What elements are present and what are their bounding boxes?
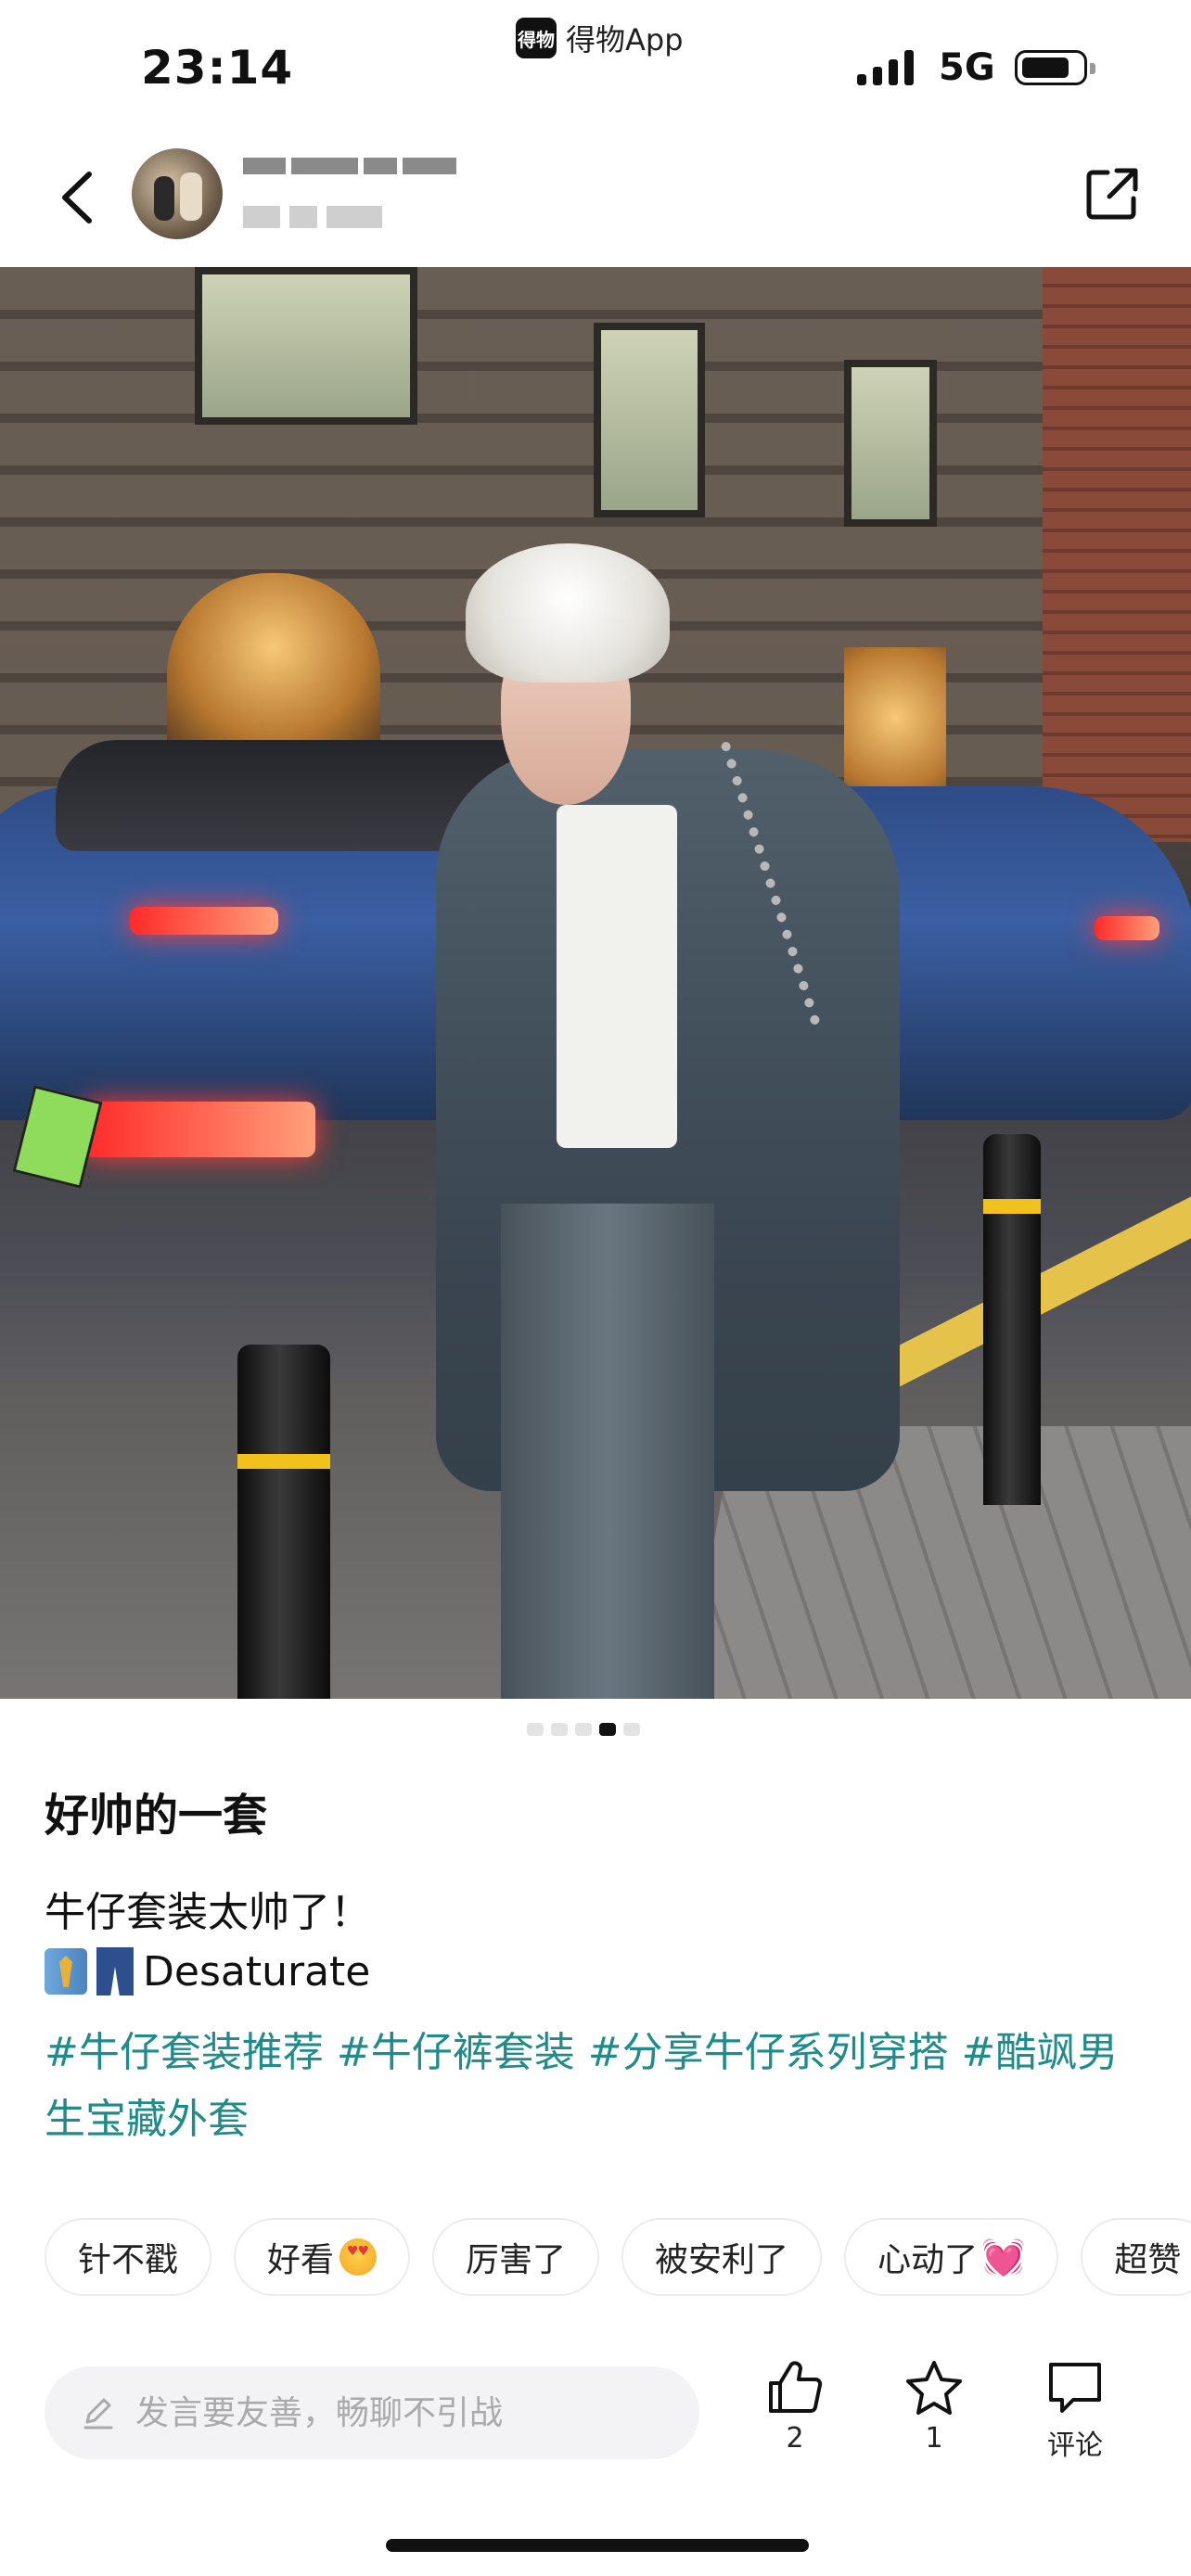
- chip-label: 针不戳: [78, 2241, 179, 2279]
- post-image-carousel[interactable]: [0, 267, 1191, 1699]
- signal-icon: [857, 50, 914, 85]
- quick-reply-chip[interactable]: 厉害了: [432, 2218, 600, 2296]
- chip-label: 心动了: [877, 2241, 979, 2279]
- author-avatar[interactable]: [132, 148, 223, 239]
- pink-heart-emoji-icon: 💓: [981, 2236, 1026, 2277]
- comment-input-box[interactable]: [45, 2366, 699, 2459]
- like-count: 2: [786, 2422, 804, 2455]
- heart-eyes-emoji-icon: [339, 2238, 378, 2276]
- comment-button[interactable]: 评论: [1024, 2359, 1126, 2463]
- external-share-icon[interactable]: [1083, 165, 1141, 223]
- home-indicator[interactable]: [386, 2539, 809, 2552]
- like-button[interactable]: 2: [744, 2359, 846, 2455]
- carousel-dot-active: [599, 1723, 616, 1736]
- comment-input[interactable]: [134, 2392, 657, 2433]
- quick-reply-chip[interactable]: 好看: [234, 2218, 411, 2296]
- status-bar: 23:14 得物 得物App 5G: [0, 0, 1191, 130]
- post-header: [0, 139, 1191, 260]
- chip-label: 超赞: [1114, 2241, 1182, 2279]
- post-body-line: 牛仔套装太帅了！: [45, 1889, 371, 1936]
- image-bollard: [983, 1134, 1041, 1505]
- carousel-dot: [551, 1723, 568, 1736]
- comment-label: 评论: [1047, 2429, 1103, 2462]
- chip-label: 厉害了: [466, 2241, 567, 2279]
- image-person-jeans: [501, 1204, 714, 1699]
- quick-reply-chip[interactable]: 心动了 💓: [844, 2218, 1059, 2296]
- image-tail-light: [130, 907, 278, 935]
- post-body-text: Desaturate: [143, 1947, 371, 1996]
- pencil-icon: [83, 2398, 113, 2429]
- app-logo-icon: 得物: [516, 18, 557, 58]
- chevron-left-icon[interactable]: [48, 165, 113, 230]
- image-brick-building: [1043, 267, 1191, 842]
- post-body-line: Desaturate: [45, 1947, 370, 1996]
- quick-reply-chips: 针不戳 好看 厉害了 被安利了 心动了💓 超赞: [45, 2218, 1191, 2296]
- quick-reply-chip[interactable]: 超赞: [1081, 2218, 1191, 2296]
- image-lit-archway: [167, 573, 380, 759]
- app-name: 得物App: [566, 22, 684, 57]
- app-indicator[interactable]: 得物 得物App: [516, 17, 684, 59]
- carousel-dot: [527, 1723, 544, 1736]
- image-person-hair: [466, 543, 670, 682]
- comment-bubble-icon: [1049, 2363, 1101, 2413]
- post-title: 好帅的一套: [45, 1790, 268, 1842]
- author-name-redacted[interactable]: [243, 158, 466, 185]
- jeans-icon: [96, 1947, 134, 1996]
- image-window: [594, 323, 705, 517]
- necktie-shirt-icon: [45, 1948, 87, 1995]
- carousel-dot: [575, 1723, 592, 1736]
- star-icon: [906, 2361, 962, 2415]
- author-info-redacted: [243, 206, 382, 228]
- thumbs-up-icon: [769, 2361, 823, 2413]
- carousel-indicator: [527, 1723, 640, 1736]
- image-window: [844, 360, 937, 527]
- image-bollard: [237, 1345, 330, 1699]
- network-type: 5G: [939, 46, 995, 89]
- status-time: 23:14: [141, 41, 294, 95]
- favorite-button[interactable]: 1: [883, 2359, 985, 2455]
- carousel-dot: [623, 1723, 640, 1736]
- image-tail-light: [83, 1102, 315, 1157]
- quick-reply-chip[interactable]: 针不戳: [45, 2218, 212, 2296]
- chip-label: 好看: [267, 2241, 335, 2279]
- chip-label: 被安利了: [655, 2241, 789, 2279]
- favorite-count: 1: [925, 2422, 943, 2455]
- image-tail-light: [1095, 916, 1159, 940]
- image-window: [195, 267, 417, 425]
- post-hashtags[interactable]: #牛仔套装推荐 #牛仔裤套装 #分享牛仔系列穿搭 #酷飒男生宝藏外套: [45, 2020, 1148, 2153]
- battery-icon: [1015, 50, 1095, 85]
- quick-reply-chip[interactable]: 被安利了: [621, 2218, 823, 2296]
